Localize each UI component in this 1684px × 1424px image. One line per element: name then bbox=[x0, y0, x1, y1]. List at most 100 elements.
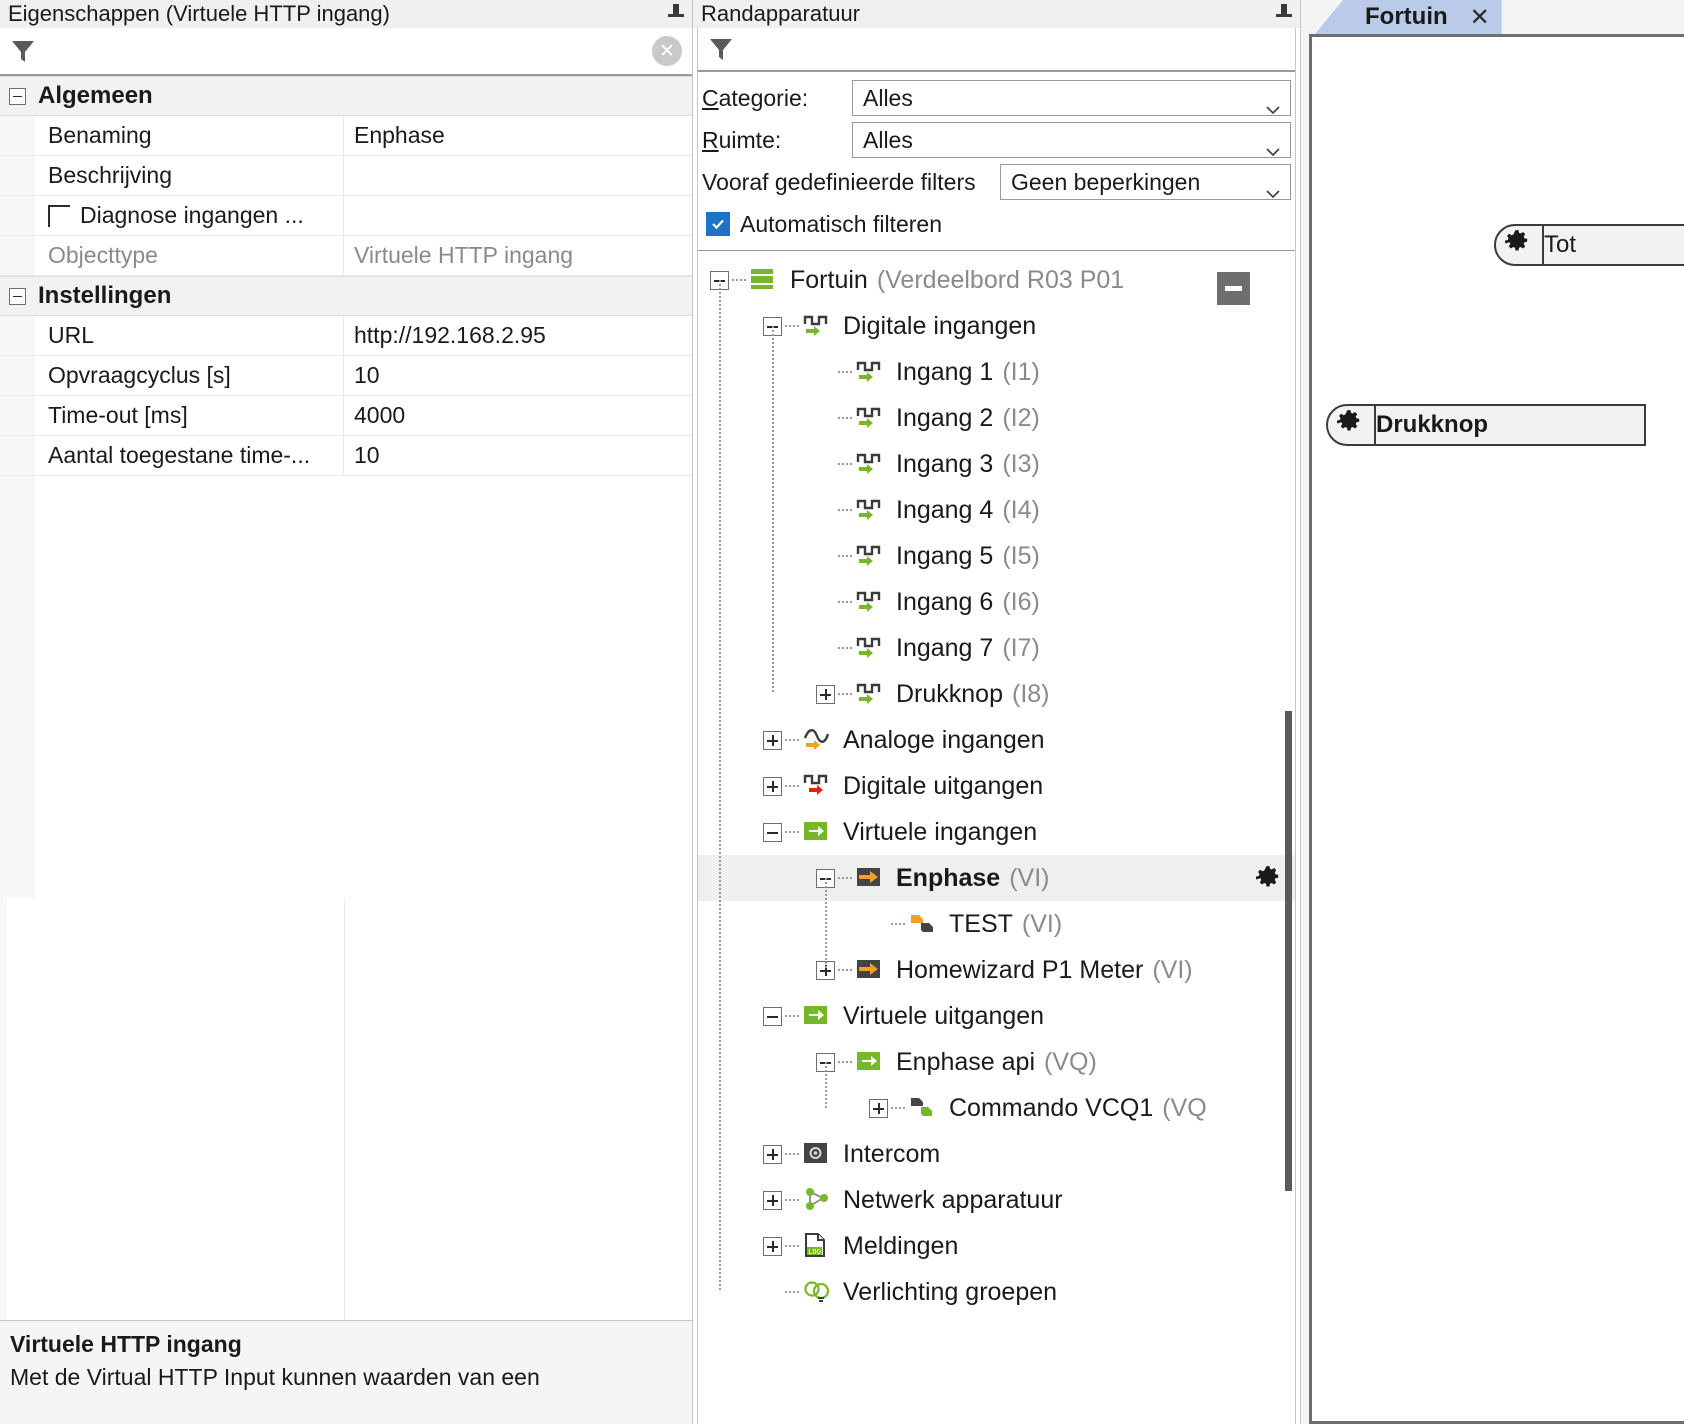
gear-icon[interactable] bbox=[1504, 229, 1530, 261]
tree-item-label: Ingang 5 bbox=[896, 541, 994, 570]
collapse-all-button[interactable] bbox=[1217, 272, 1250, 305]
tree-item-fortuin[interactable]: Fortuin (Verdeelbord R03 P01 bbox=[698, 257, 1295, 303]
tree-expander[interactable] bbox=[763, 1144, 782, 1164]
tree-item-commando-vcq1[interactable]: Commando VCQ1 (VQ bbox=[698, 1085, 1295, 1131]
digital-input-icon bbox=[854, 679, 888, 709]
tree-expander bbox=[816, 363, 835, 382]
properties-filter-input[interactable] bbox=[44, 28, 652, 74]
tree-expander[interactable] bbox=[763, 730, 782, 750]
digital-input-icon bbox=[854, 357, 888, 387]
property-category-row[interactable]: Instellingen bbox=[0, 276, 692, 316]
tree-expander[interactable] bbox=[816, 684, 835, 704]
tree-item-intercom[interactable]: Intercom bbox=[698, 1131, 1295, 1177]
predefined-filter-select[interactable]: Geen beperkingen bbox=[1000, 164, 1291, 200]
property-value[interactable] bbox=[344, 156, 692, 195]
property-value[interactable] bbox=[344, 196, 692, 235]
tree-item-analoge-ingangen[interactable]: Analoge ingangen bbox=[698, 717, 1295, 763]
tree-expander[interactable] bbox=[869, 1098, 888, 1118]
peripherals-tree[interactable]: Fortuin (Verdeelbord R03 P01 Digitale inga… bbox=[698, 250, 1295, 1424]
property-row-aantal-timeouts[interactable]: Aantal toegestane time-... 10 bbox=[0, 436, 692, 476]
digital-input-icon bbox=[854, 541, 888, 571]
category-filter-label: Categorie: bbox=[702, 84, 809, 111]
property-row-benaming[interactable]: Benaming Enphase bbox=[0, 116, 692, 156]
tree-item-suffix: (VI) bbox=[1009, 863, 1050, 892]
tree-item-verlichting-groepen[interactable]: Verlichting groepen bbox=[698, 1269, 1295, 1315]
gear-icon[interactable] bbox=[1336, 409, 1362, 441]
tree-item-ingang-1[interactable]: Ingang 1 (I1) bbox=[698, 349, 1295, 395]
property-row-diagnose-ingangen[interactable]: Diagnose ingangen ... bbox=[0, 196, 692, 236]
property-value[interactable]: 4000 bbox=[344, 396, 692, 435]
diagram-canvas[interactable]: Tot Drukknop bbox=[1309, 34, 1684, 1424]
tree-guide-line bbox=[825, 878, 827, 970]
funnel-icon[interactable] bbox=[0, 29, 44, 73]
canvas-block-totaal[interactable]: Tot bbox=[1494, 224, 1684, 266]
tree-item-netwerk-apparatuur[interactable]: Netwerk apparatuur bbox=[698, 1177, 1295, 1223]
property-category-row[interactable]: Algemeen bbox=[0, 76, 692, 116]
tree-item-test[interactable]: TEST (VI) bbox=[698, 901, 1295, 947]
peripherals-filter-form: Categorie: Alles Ruimte: Alles Vooraf ge… bbox=[698, 72, 1295, 250]
tree-expander[interactable] bbox=[763, 1006, 782, 1026]
row-spacer bbox=[0, 236, 34, 275]
pin-icon[interactable] bbox=[666, 3, 686, 25]
category-expander[interactable] bbox=[0, 77, 34, 115]
chevron-down-icon bbox=[1266, 177, 1280, 199]
tree-item-enphase-api[interactable]: Enphase api (VQ) bbox=[698, 1039, 1295, 1085]
tree-item-ingang-7[interactable]: Ingang 7 (I7) bbox=[698, 625, 1295, 671]
tree-connector bbox=[838, 509, 854, 511]
canvas-block-drukknop[interactable]: Drukknop bbox=[1326, 404, 1646, 446]
property-row-timeout[interactable]: Time-out [ms] 4000 bbox=[0, 396, 692, 436]
tree-item-label: Meldingen bbox=[843, 1231, 959, 1260]
empty-area-divider bbox=[344, 898, 345, 1320]
tab-fortuin[interactable]: Fortuin ✕ bbox=[1315, 0, 1502, 34]
tree-item-enphase[interactable]: Enphase (VI) bbox=[698, 855, 1295, 901]
property-value[interactable]: http://192.168.2.95 bbox=[344, 316, 692, 355]
tree-expander[interactable] bbox=[763, 1190, 782, 1210]
auto-filter-row[interactable]: Automatisch filteren bbox=[702, 204, 1291, 244]
tree-item-homewizard-p1-meter[interactable]: Homewizard P1 Meter (VI) bbox=[698, 947, 1295, 993]
property-row-opvraagcyclus[interactable]: Opvraagcyclus [s] 10 bbox=[0, 356, 692, 396]
tree-item-ingang-2[interactable]: Ingang 2 (I2) bbox=[698, 395, 1295, 441]
property-value: Virtuele HTTP ingang bbox=[354, 242, 574, 268]
pin-icon[interactable] bbox=[1274, 3, 1294, 25]
property-row-url[interactable]: URL http://192.168.2.95 bbox=[0, 316, 692, 356]
tree-scrollbar[interactable] bbox=[1283, 711, 1295, 1424]
funnel-icon[interactable] bbox=[698, 27, 742, 71]
tree-guide-line bbox=[772, 326, 774, 694]
tree-item-ingang-4[interactable]: Ingang 4 (I4) bbox=[698, 487, 1295, 533]
category-expander[interactable] bbox=[0, 277, 34, 315]
tree-item-ingang-3[interactable]: Ingang 3 (I3) bbox=[698, 441, 1295, 487]
predefined-filter-row: Vooraf gedefinieerde filters Geen beperk… bbox=[702, 162, 1291, 202]
tree-item-ingang-6[interactable]: Ingang 6 (I6) bbox=[698, 579, 1295, 625]
property-value[interactable]: Enphase bbox=[344, 116, 692, 155]
tree-expander[interactable] bbox=[763, 776, 782, 796]
log-icon: LOG bbox=[801, 1231, 835, 1261]
tree-item-virtuele-ingangen[interactable]: Virtuele ingangen bbox=[698, 809, 1295, 855]
virtual-input-child-icon bbox=[907, 909, 941, 939]
auto-filter-checkbox[interactable] bbox=[706, 212, 730, 236]
description-title: Virtuele HTTP ingang bbox=[10, 1331, 242, 1357]
tree-item-meldingen[interactable]: LOG Meldingen bbox=[698, 1223, 1295, 1269]
tree-item-drukknop[interactable]: Drukknop (I8) bbox=[698, 671, 1295, 717]
tree-item-digitale-uitgangen[interactable]: Digitale uitgangen bbox=[698, 763, 1295, 809]
tree-item-suffix: (I1) bbox=[1002, 357, 1040, 386]
tree-item-virtuele-uitgangen[interactable]: Virtuele uitgangen bbox=[698, 993, 1295, 1039]
digital-input-icon bbox=[854, 403, 888, 433]
tree-item-label: Drukknop bbox=[896, 679, 1003, 708]
clear-circle-icon[interactable]: ✕ bbox=[652, 36, 682, 66]
tree-item-ingang-5[interactable]: Ingang 5 (I5) bbox=[698, 533, 1295, 579]
close-icon[interactable]: ✕ bbox=[1470, 3, 1490, 31]
gear-icon[interactable] bbox=[1255, 865, 1281, 897]
property-value[interactable]: 10 bbox=[344, 436, 692, 475]
tree-scrollbar-thumb[interactable] bbox=[1285, 711, 1292, 1191]
property-row-beschrijving[interactable]: Beschrijving bbox=[0, 156, 692, 196]
virtual-output-icon bbox=[801, 1001, 835, 1031]
tree-expander[interactable] bbox=[763, 1236, 782, 1256]
diagnose-checkbox[interactable] bbox=[48, 205, 70, 227]
tree-expander[interactable] bbox=[763, 822, 782, 842]
property-value[interactable]: 10 bbox=[344, 356, 692, 395]
tree-item-digitale-ingangen[interactable]: Digitale ingangen bbox=[698, 303, 1295, 349]
category-filter-select[interactable]: Alles bbox=[852, 80, 1291, 116]
peripherals-filter-input[interactable] bbox=[742, 28, 1295, 70]
virtual-input-icon bbox=[801, 817, 835, 847]
room-filter-select[interactable]: Alles bbox=[852, 122, 1291, 158]
